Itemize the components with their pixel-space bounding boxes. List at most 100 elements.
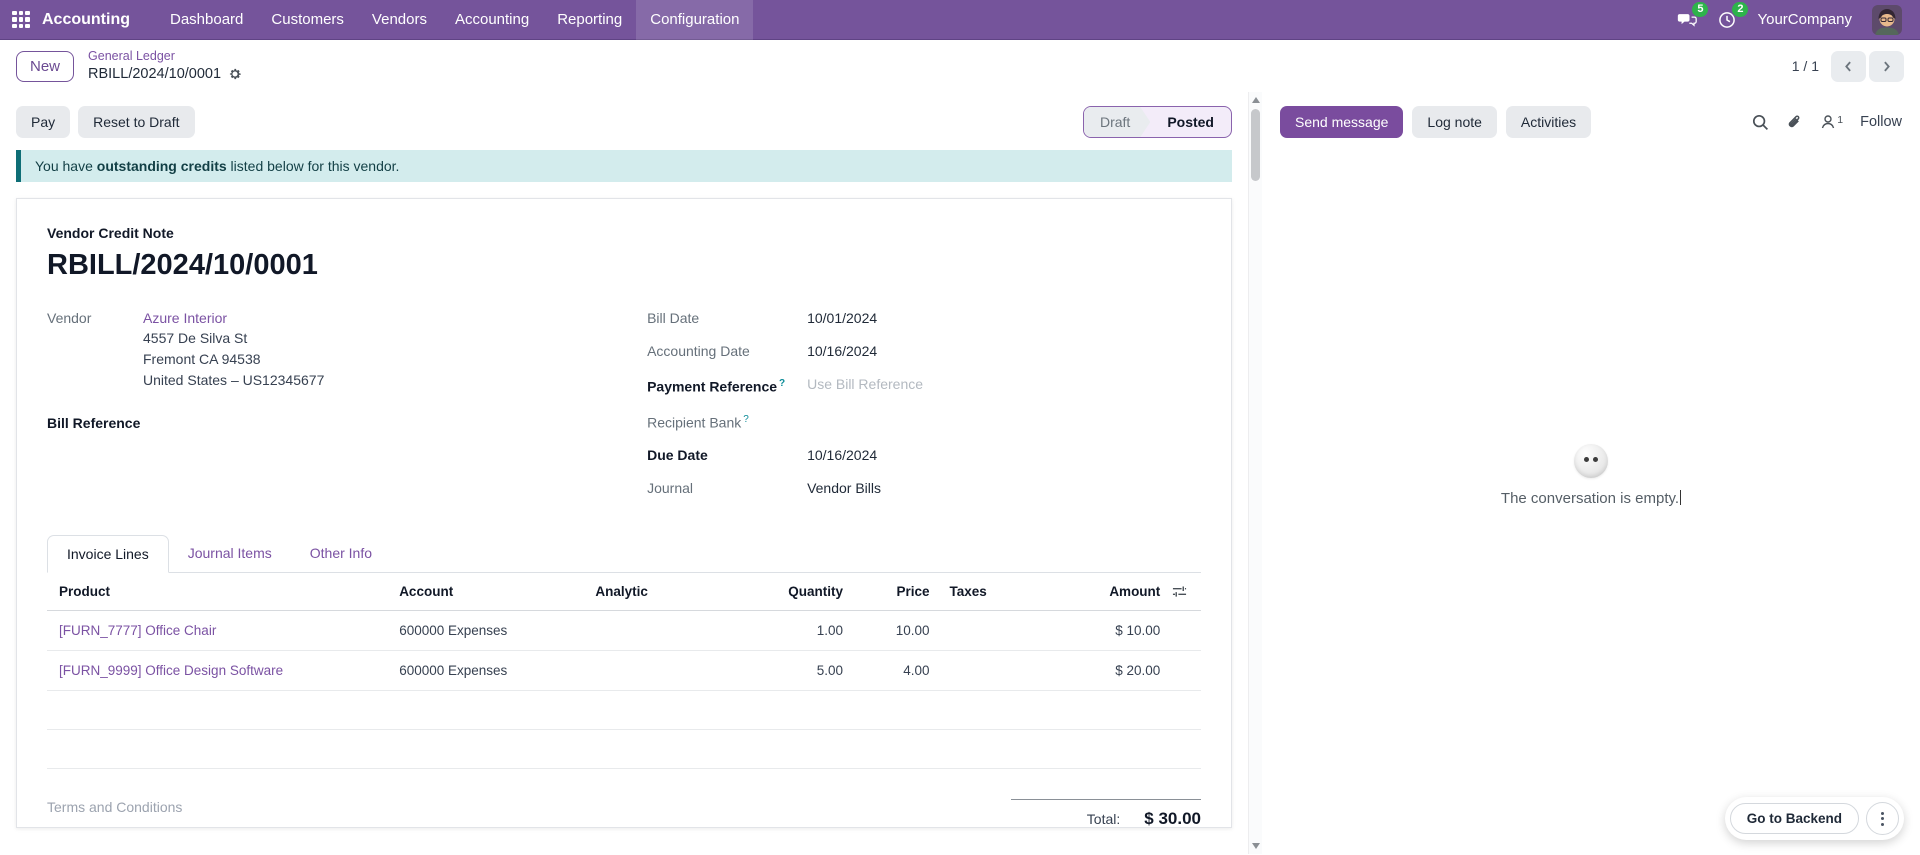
- pager-counter: 1 / 1: [1792, 58, 1819, 74]
- payment-reference-label: Payment Reference: [647, 379, 777, 395]
- breadcrumb-current: RBILL/2024/10/0001: [88, 65, 221, 84]
- accounting-date-label: Accounting Date: [647, 341, 807, 361]
- tab-journal-items[interactable]: Journal Items: [169, 535, 291, 572]
- col-header-account: Account: [393, 573, 589, 611]
- alert-text-prefix: You have: [35, 158, 97, 174]
- amount-cell: $ 10.00: [1028, 611, 1166, 651]
- app-name[interactable]: Accounting: [42, 11, 130, 29]
- amount-cell: $ 20.00: [1028, 651, 1166, 691]
- activities-clock-icon[interactable]: 2: [1717, 10, 1737, 30]
- quantity-cell: 5.00: [751, 651, 849, 691]
- totals-block: Total: $ 30.00: [1011, 799, 1201, 829]
- due-date-label: Due Date: [647, 445, 807, 465]
- breadcrumb-parent-link[interactable]: General Ledger: [88, 48, 242, 64]
- optional-columns-icon[interactable]: [1172, 584, 1195, 599]
- document-sheet: Vendor Credit Note RBILL/2024/10/0001 Ve…: [16, 198, 1232, 828]
- attachments-icon[interactable]: [1786, 114, 1803, 131]
- messages-icon[interactable]: 5: [1677, 10, 1697, 30]
- apps-grid-icon[interactable]: [12, 11, 30, 29]
- state-draft[interactable]: Draft: [1084, 107, 1150, 137]
- smiley-face-icon: [1574, 444, 1608, 478]
- menu-vendors[interactable]: Vendors: [358, 0, 441, 40]
- col-header-price: Price: [849, 573, 936, 611]
- journal-value[interactable]: Vendor Bills: [807, 478, 881, 498]
- alert-text-bold: outstanding credits: [97, 158, 227, 174]
- reset-to-draft-button[interactable]: Reset to Draft: [78, 106, 194, 138]
- send-message-button[interactable]: Send message: [1280, 106, 1403, 138]
- activities-badge: 2: [1732, 2, 1748, 17]
- help-icon: ?: [743, 414, 749, 425]
- col-header-product: Product: [47, 573, 393, 611]
- alert-text-suffix: listed below for this vendor.: [227, 158, 400, 174]
- log-note-button[interactable]: Log note: [1412, 106, 1497, 138]
- backend-pill: Go to Backend: [1725, 797, 1904, 840]
- bill-reference-label: Bill Reference: [47, 413, 140, 433]
- total-value: $ 30.00: [1144, 809, 1201, 829]
- breadcrumb: General Ledger RBILL/2024/10/0001: [88, 48, 242, 83]
- top-navbar: Accounting Dashboard Customers Vendors A…: [0, 0, 1920, 40]
- gear-icon[interactable]: [228, 67, 242, 81]
- bill-date-label: Bill Date: [647, 308, 807, 328]
- company-switcher[interactable]: YourCompany: [1757, 11, 1852, 28]
- col-header-taxes: Taxes: [936, 573, 1028, 611]
- accounting-date-value[interactable]: 10/16/2024: [807, 341, 877, 361]
- terms-and-conditions-input[interactable]: Terms and Conditions: [47, 799, 182, 815]
- scrollbar-down-arrow[interactable]: [1252, 843, 1260, 849]
- price-cell: 10.00: [849, 611, 936, 651]
- go-to-backend-button[interactable]: Go to Backend: [1730, 803, 1859, 834]
- quantity-cell: 1.00: [751, 611, 849, 651]
- kebab-menu-icon[interactable]: [1866, 802, 1899, 835]
- col-header-analytic: Analytic: [589, 573, 751, 611]
- bill-date-value[interactable]: 10/01/2024: [807, 308, 877, 328]
- user-avatar[interactable]: [1872, 5, 1902, 35]
- document-type-label: Vendor Credit Note: [47, 225, 1201, 241]
- vendor-address-line3: United States – US12345677: [143, 370, 324, 391]
- table-row: [FURN_7777] Office Chair 600000 Expenses…: [47, 611, 1201, 651]
- state-posted[interactable]: Posted: [1150, 107, 1231, 137]
- chatter-panel: Send message Log note Activities 1 Follo…: [1262, 92, 1920, 854]
- document-name: RBILL/2024/10/0001: [47, 249, 1201, 282]
- pager-next-button[interactable]: [1869, 51, 1904, 82]
- menu-accounting[interactable]: Accounting: [441, 0, 543, 40]
- tab-other-info[interactable]: Other Info: [291, 535, 391, 572]
- menu-configuration[interactable]: Configuration: [636, 0, 753, 40]
- product-link[interactable]: [FURN_9999] Office Design Software: [59, 663, 283, 678]
- product-link[interactable]: [FURN_7777] Office Chair: [59, 623, 216, 638]
- menu-dashboard[interactable]: Dashboard: [156, 0, 257, 40]
- empty-table-row: [47, 691, 1201, 730]
- followers-icon[interactable]: 1: [1820, 114, 1843, 130]
- analytic-cell: [589, 611, 751, 651]
- vendor-address-line2: Fremont CA 94538: [143, 349, 324, 370]
- new-button[interactable]: New: [16, 51, 74, 82]
- messages-badge: 5: [1692, 2, 1708, 17]
- pay-button[interactable]: Pay: [16, 106, 70, 138]
- vendor-link[interactable]: Azure Interior: [143, 310, 227, 326]
- due-date-value[interactable]: 10/16/2024: [807, 445, 877, 465]
- search-messages-icon[interactable]: [1752, 114, 1769, 131]
- follow-button[interactable]: Follow: [1860, 114, 1902, 130]
- breadcrumb-bar: New General Ledger RBILL/2024/10/0001 1 …: [0, 40, 1920, 92]
- table-row: [FURN_9999] Office Design Software 60000…: [47, 651, 1201, 691]
- menu-reporting[interactable]: Reporting: [543, 0, 636, 40]
- invoice-lines-table: Product Account Analytic Quantity Price …: [47, 573, 1201, 769]
- pager-previous-button[interactable]: [1831, 51, 1866, 82]
- activities-button[interactable]: Activities: [1506, 106, 1591, 138]
- followers-count: 1: [1837, 114, 1843, 126]
- notebook-tabs: Invoice Lines Journal Items Other Info: [47, 535, 1201, 573]
- state-widget: Draft Posted: [1083, 106, 1232, 138]
- empty-table-row: [47, 730, 1201, 769]
- tab-invoice-lines[interactable]: Invoice Lines: [47, 535, 169, 573]
- scrollbar-thumb[interactable]: [1251, 109, 1260, 181]
- recipient-bank-label: Recipient Bank: [647, 414, 741, 430]
- menu-customers[interactable]: Customers: [257, 0, 358, 40]
- empty-conversation: The conversation is empty.: [1262, 444, 1920, 507]
- col-header-quantity: Quantity: [751, 573, 849, 611]
- help-icon: ?: [779, 378, 785, 389]
- vendor-label: Vendor: [47, 308, 143, 391]
- journal-label: Journal: [647, 478, 807, 498]
- vertical-scrollbar: [1248, 92, 1262, 854]
- form-panel: Pay Reset to Draft Draft Posted You have…: [0, 92, 1262, 854]
- scrollbar-up-arrow[interactable]: [1252, 97, 1260, 103]
- payment-reference-input[interactable]: Use Bill Reference: [807, 374, 923, 397]
- outstanding-credits-alert: You have outstanding credits listed belo…: [16, 150, 1232, 182]
